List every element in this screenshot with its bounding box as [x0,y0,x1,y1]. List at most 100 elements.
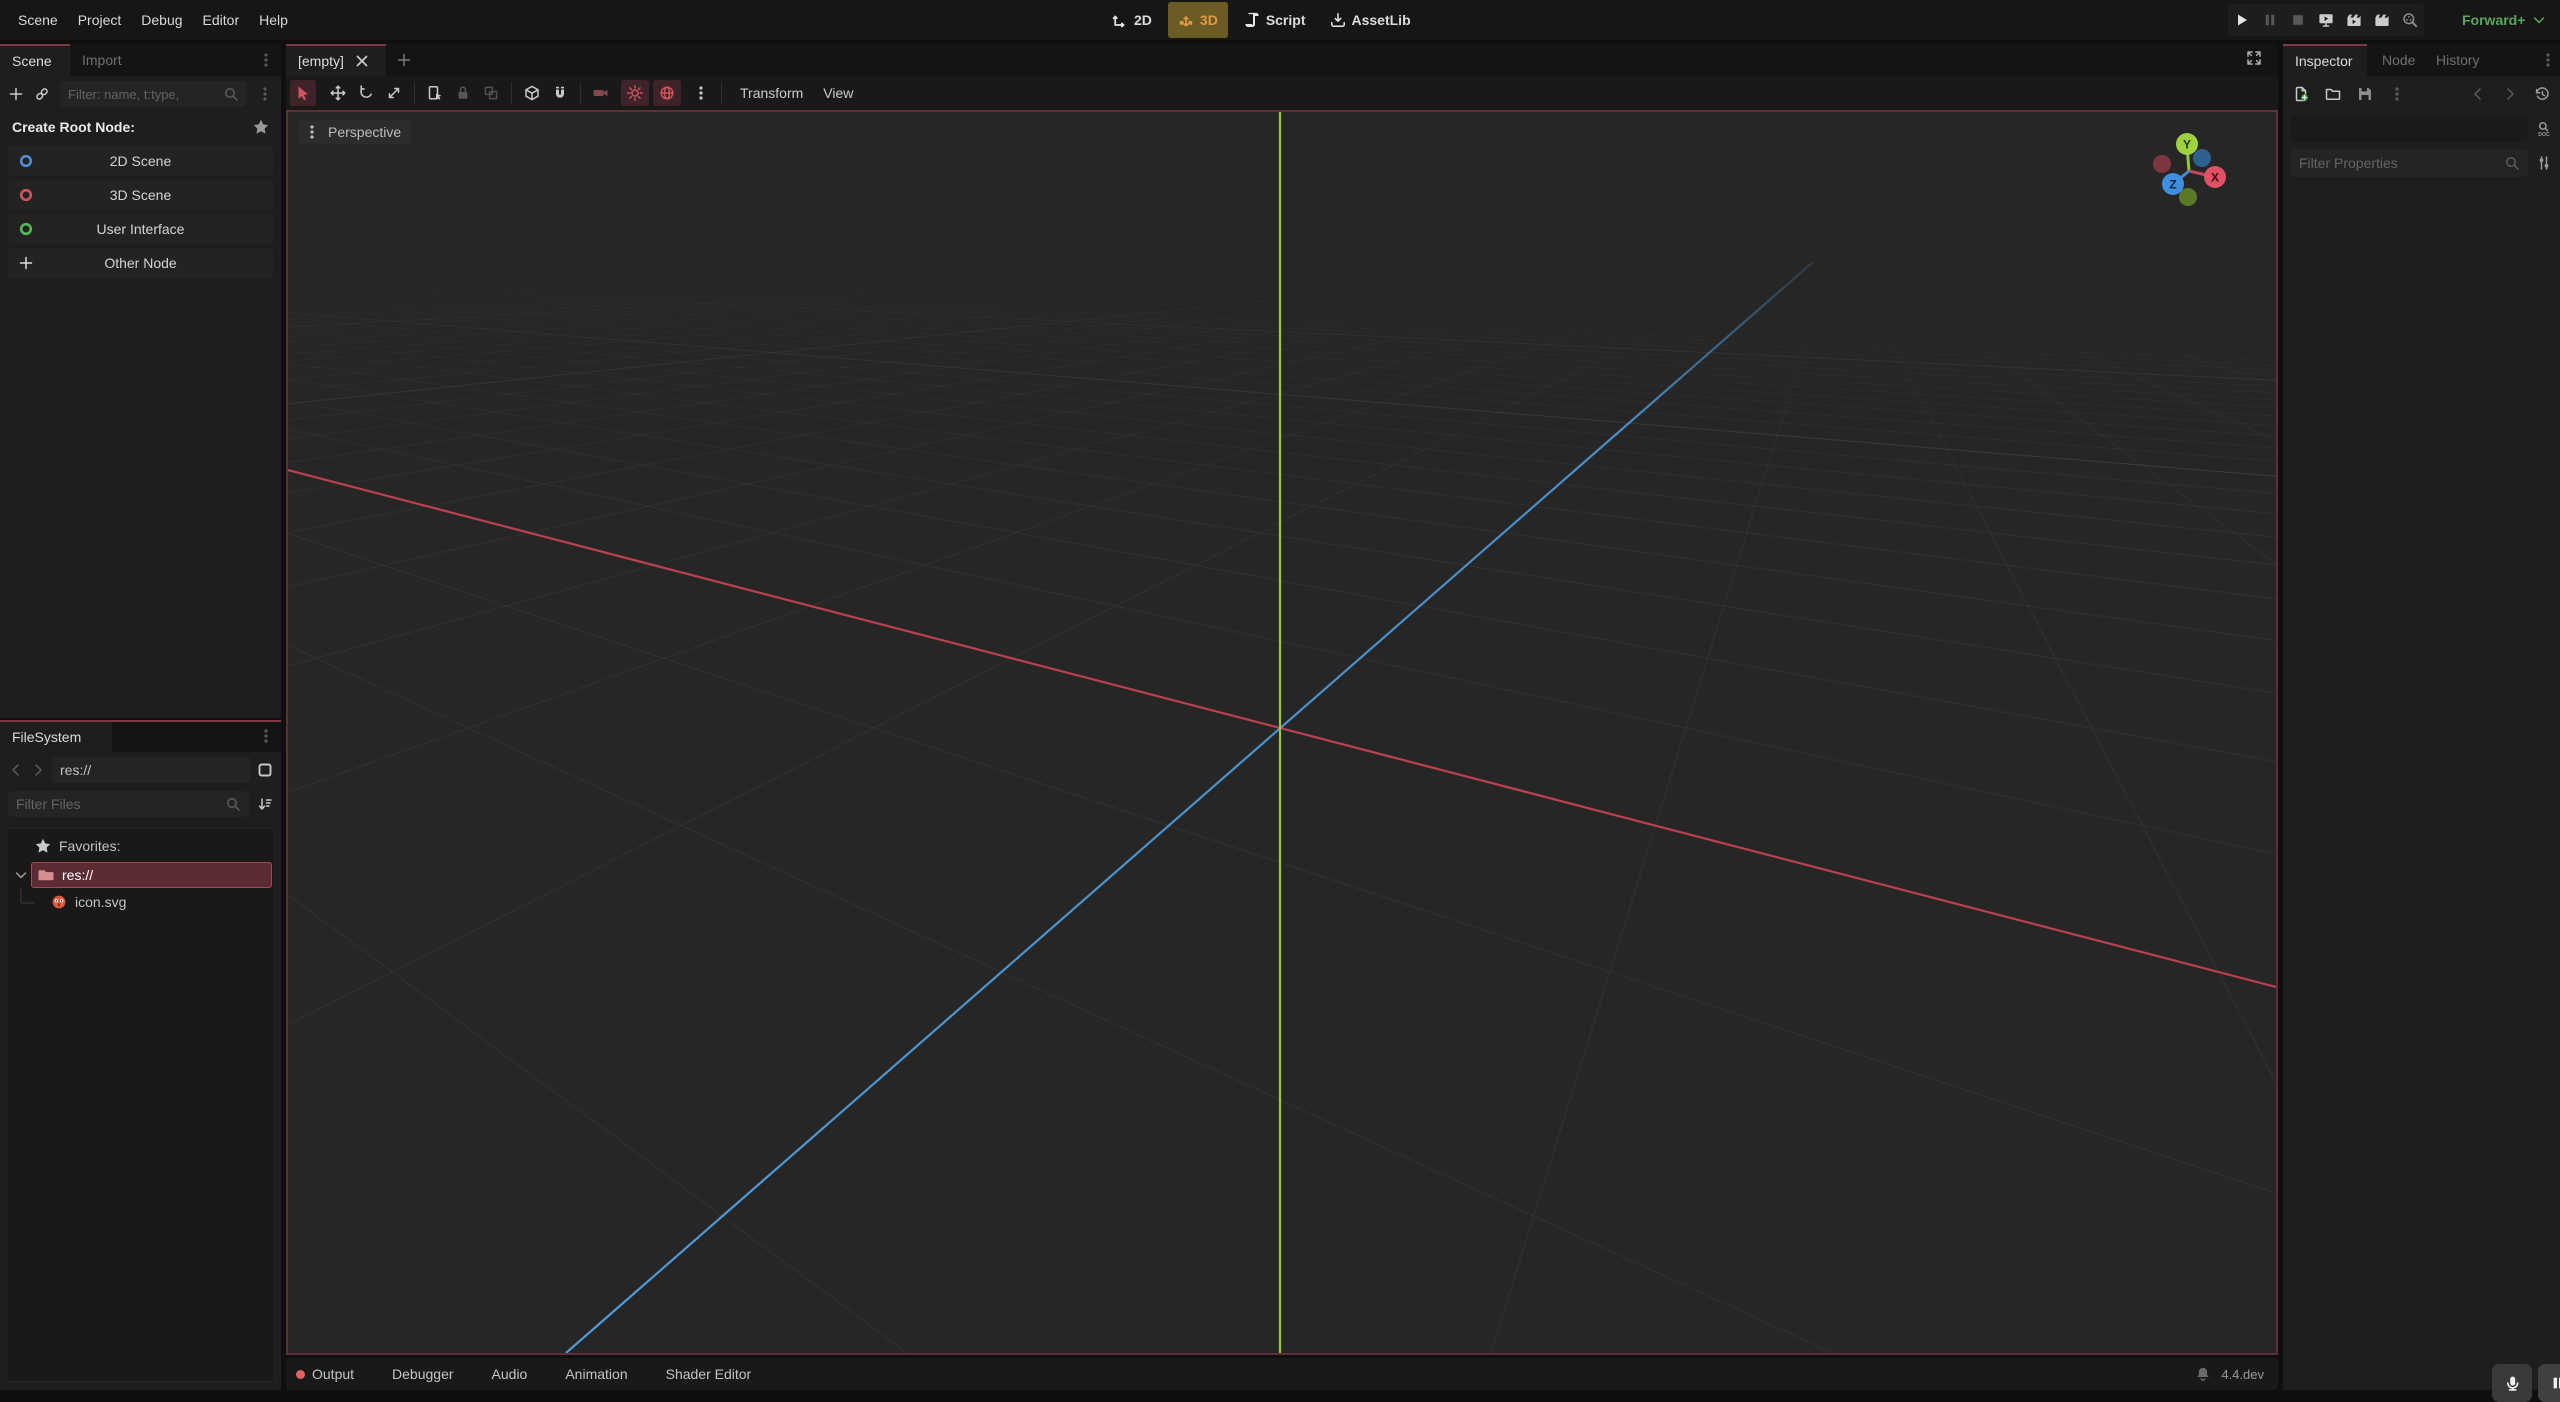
object-history-icon[interactable] [2534,86,2550,102]
move-tool-icon[interactable] [330,85,346,101]
favorites-star-icon[interactable] [253,119,269,135]
rotate-tool-icon[interactable] [358,85,374,101]
gizmo-y-label: Y [2183,138,2191,152]
node2d-icon [18,153,34,169]
play-remote-icon[interactable] [2318,12,2334,28]
open-docs-icon[interactable]: DOC [2536,121,2552,137]
menu-scene[interactable]: Scene [8,12,68,28]
res-root-row[interactable]: res:// [7,861,276,889]
node3d-icon [18,187,34,203]
file-row-icon-svg[interactable]: icon.svg [7,889,276,915]
play-scene-icon[interactable] [2346,12,2362,28]
node-name-field [2291,116,2528,142]
notification-bell-icon[interactable] [2195,1366,2211,1382]
sun-settings-button[interactable] [621,80,649,106]
microphone-icon [2504,1375,2520,1391]
bottom-tab-debugger[interactable]: Debugger [382,1366,464,1382]
view-menu[interactable]: View [813,85,863,101]
menu-debug[interactable]: Debug [131,12,192,28]
nav-forward-icon[interactable] [30,762,46,778]
menu-help[interactable]: Help [249,12,298,28]
gizmo-x-label: X [2211,171,2219,185]
movie-writer-icon[interactable] [2402,12,2418,28]
select-tool-button[interactable] [290,80,316,106]
root-option-3d-scene[interactable]: 3D Scene [8,180,273,210]
expand-viewport-icon[interactable] [2246,50,2262,66]
load-resource-icon[interactable] [2325,86,2341,102]
filesystem-menu-icon[interactable] [258,728,274,744]
root-option-2d-scene[interactable]: 2D Scene [8,146,273,176]
folder-icon [38,867,54,883]
workspace-2d-button[interactable]: 2D [1104,0,1160,40]
screencast-pause-button[interactable] [2538,1364,2560,1402]
scene-dock-menu-icon[interactable] [258,52,274,68]
tab-scene[interactable]: Scene [0,44,70,76]
menu-project[interactable]: Project [68,12,132,28]
search-icon [225,796,241,812]
path-field[interactable]: res:// [52,757,251,783]
property-tools-icon[interactable] [2536,155,2552,171]
spatial-toolbar: Transform View [286,76,2278,110]
sun-env-menu-icon[interactable] [693,85,709,101]
view-menu-button[interactable]: Perspective [298,120,411,144]
list-select-icon[interactable] [427,85,443,101]
filter-files-input[interactable]: Filter Files [8,791,249,817]
tab-history[interactable]: History [2424,44,2492,76]
new-scene-tab-icon[interactable] [396,52,412,68]
file-sort-icon[interactable] [257,796,273,812]
root-option-other-node[interactable]: Other Node [8,248,273,278]
snap-magnet-icon[interactable] [552,85,568,101]
stop-icon[interactable] [2290,12,2306,28]
instance-scene-icon[interactable] [34,86,50,102]
play-custom-icon[interactable] [2374,12,2390,28]
inspector-dock-body: DOC Filter Properties [2283,76,2560,1390]
renderer-select[interactable]: Forward+ [2462,0,2547,40]
scale-tool-icon[interactable] [386,85,402,101]
workspace-script-button[interactable]: Script [1236,0,1314,40]
filter-properties-input[interactable]: Filter Properties [2291,149,2528,177]
scene-filter-input[interactable]: Filter: name, t:type, [60,81,247,107]
bottom-tab-shader-editor[interactable]: Shader Editor [656,1366,762,1382]
tab-filesystem[interactable]: FileSystem [0,722,112,752]
workspace-assetlib-button[interactable]: AssetLib [1322,0,1419,40]
screencast-mic-button[interactable] [2492,1364,2532,1402]
history-forward-icon[interactable] [2502,86,2518,102]
bottom-tab-output[interactable]: Output [312,1366,364,1382]
tab-inspector[interactable]: Inspector [2283,44,2367,76]
chevron-down-icon [2531,12,2547,28]
preview-camera-icon[interactable] [593,85,609,101]
play-icon[interactable] [2234,12,2250,28]
add-node-icon[interactable] [8,86,24,102]
transform-menu[interactable]: Transform [730,85,813,101]
workspace-switcher: 2D 3D Script AssetLib [1104,0,1419,40]
resource-menu-icon[interactable] [2389,86,2405,102]
pause-icon[interactable] [2262,12,2278,28]
favorites-row[interactable]: Favorites: [7,833,274,859]
workspace-3d-button[interactable]: 3D [1168,2,1228,38]
collapse-chevron-icon[interactable] [13,867,29,883]
environment-settings-button[interactable] [653,80,681,106]
bottom-tab-audio[interactable]: Audio [482,1366,538,1382]
scene-tab-empty[interactable]: [empty] [286,44,386,76]
inspector-menu-icon[interactable] [2540,52,2556,68]
tab-node[interactable]: Node [2370,44,2427,76]
toggle-split-icon[interactable] [257,762,273,778]
plus-icon [18,255,34,271]
lock-icon[interactable] [455,85,471,101]
history-back-icon[interactable] [2470,86,2486,102]
scene-tree-menu-icon[interactable] [257,86,273,102]
viewport-3d[interactable]: Perspective Y X Z [286,110,2278,1355]
close-icon[interactable] [354,53,370,69]
new-resource-icon[interactable] [2293,86,2309,102]
menu-editor[interactable]: Editor [193,12,250,28]
bottom-tab-animation[interactable]: Animation [555,1366,637,1382]
root-option-user-interface[interactable]: User Interface [8,214,273,244]
tab-import[interactable]: Import [70,44,134,76]
axis-gizmo[interactable]: Y X Z [2144,126,2234,216]
save-resource-icon[interactable] [2357,86,2373,102]
filesystem-dock-body: res:// Filter Files Favorites: res:// [0,752,281,1390]
nav-back-icon[interactable] [8,762,24,778]
group-icon[interactable] [483,85,499,101]
snap-object-icon[interactable] [524,85,540,101]
view-dots-icon [304,124,320,140]
